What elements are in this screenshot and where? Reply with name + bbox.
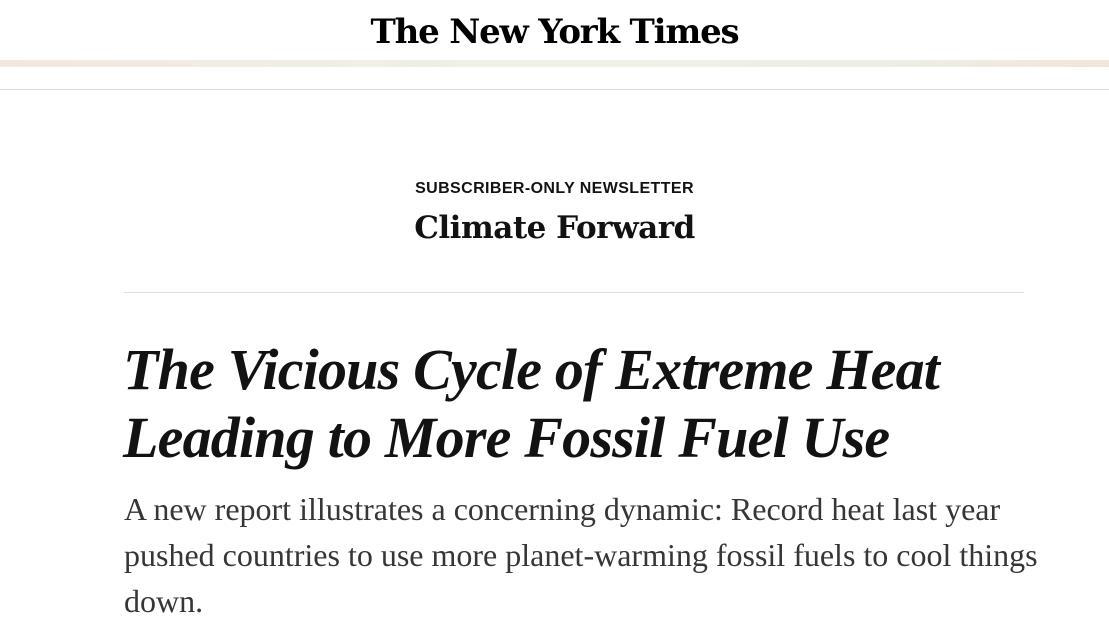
nyt-logo[interactable]: The New York Times <box>371 12 740 52</box>
masthead-color-stripe <box>0 60 1109 67</box>
newsletter-title[interactable]: Climate Forward <box>0 210 1109 246</box>
newsletter-kicker: SUBSCRIBER-ONLY NEWSLETTER <box>415 180 694 197</box>
article-headline: The Vicious Cycle of Extreme Heat Leadin… <box>123 337 940 470</box>
header-divider <box>0 89 1109 90</box>
article-summary: A new report illustrates a concerning dy… <box>124 491 1038 619</box>
masthead: The New York Times <box>0 0 1109 60</box>
section-divider <box>124 292 1024 293</box>
